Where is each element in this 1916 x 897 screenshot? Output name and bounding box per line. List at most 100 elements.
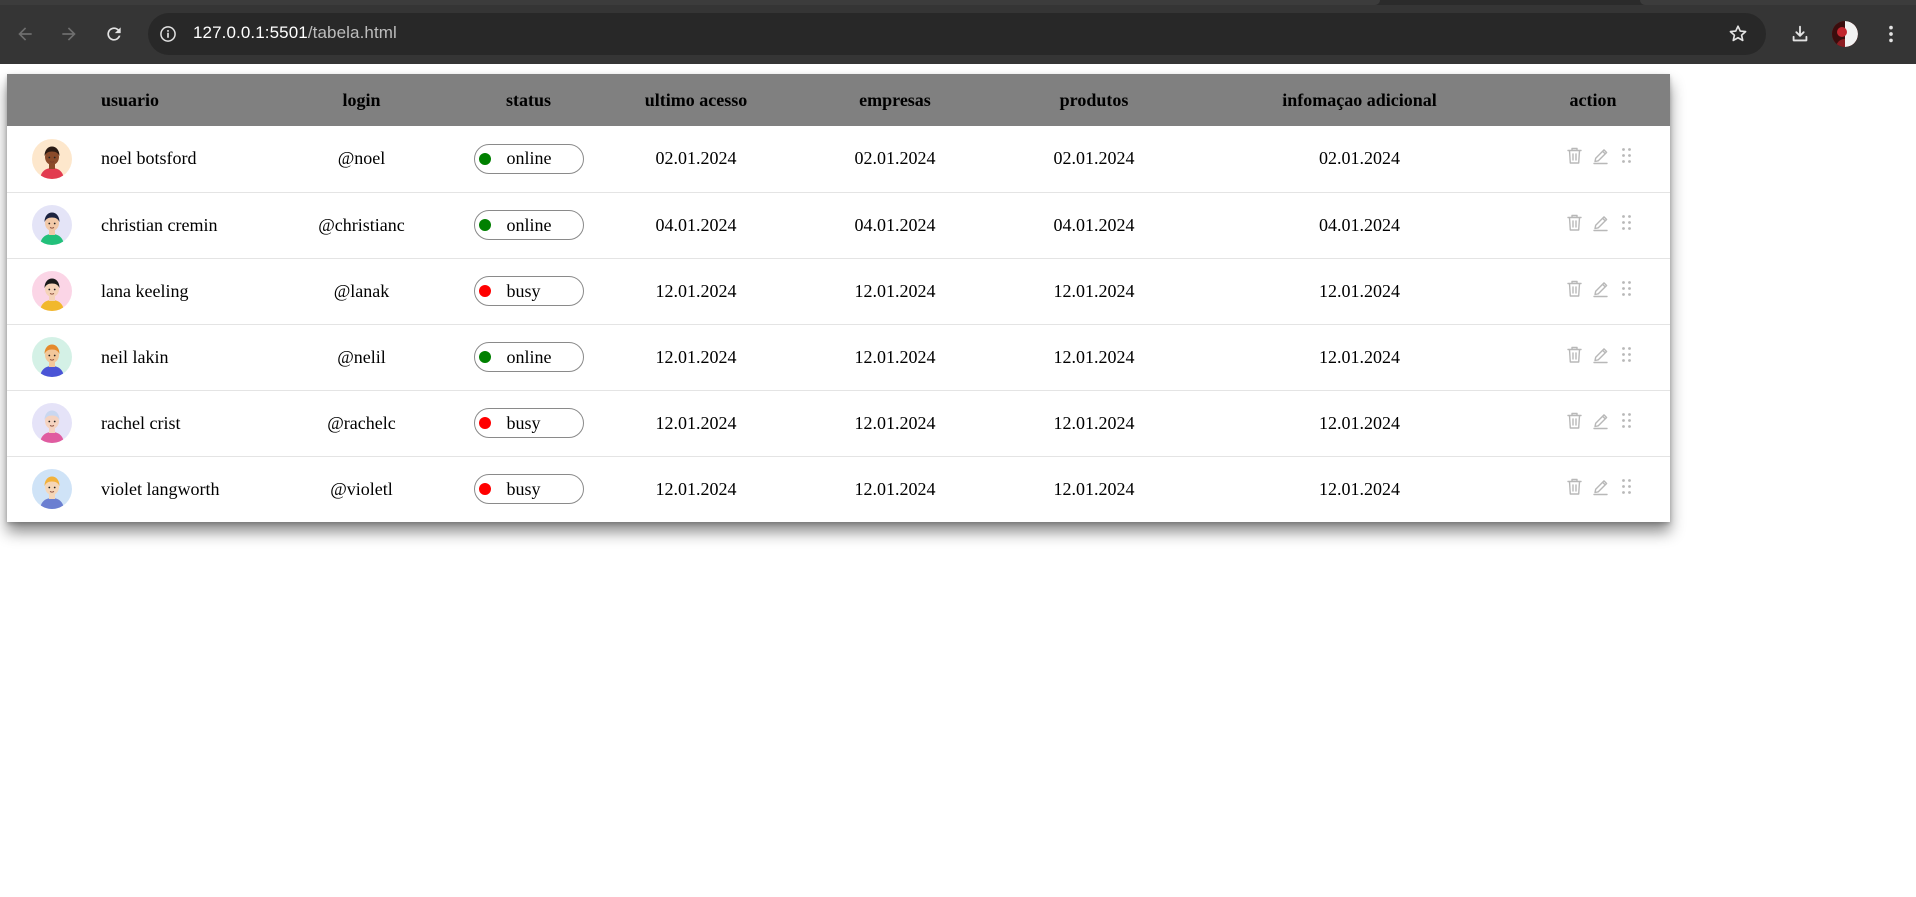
ultimo-acesso: 02.01.2024 bbox=[655, 148, 737, 169]
action-cell bbox=[1516, 324, 1670, 390]
informacao-adicional: 02.01.2024 bbox=[1319, 148, 1400, 169]
status-dot-icon bbox=[478, 483, 491, 496]
status-cell: online bbox=[470, 324, 587, 390]
user-cell: violet langworth bbox=[7, 456, 253, 522]
trash-icon[interactable] bbox=[1566, 411, 1583, 430]
browser-chrome: 127.0.0.1:5501/tabela.html bbox=[0, 0, 1916, 64]
pencil-icon[interactable] bbox=[1592, 477, 1609, 496]
table-row: christian cremin @christianc online 04.0… bbox=[7, 192, 1670, 258]
users-table-container: usuario login status ultimo acesso empre… bbox=[7, 74, 1670, 522]
users-table: usuario login status ultimo acesso empre… bbox=[7, 74, 1670, 522]
user-name: christian cremin bbox=[101, 214, 218, 235]
user-cell: neil lakin bbox=[7, 324, 253, 390]
table-row: violet langworth @violetl busy 12.01.202… bbox=[7, 456, 1670, 522]
user-avatar bbox=[32, 138, 72, 179]
url-host: 127.0.0.1:5501 bbox=[193, 23, 308, 42]
drag-handle-icon[interactable] bbox=[1618, 213, 1635, 232]
informacao-adicional: 12.01.2024 bbox=[1319, 412, 1400, 433]
header-empresas: empresas bbox=[859, 89, 931, 110]
pencil-icon[interactable] bbox=[1592, 345, 1609, 364]
header-usuario: usuario bbox=[100, 89, 160, 110]
drag-handle-icon[interactable] bbox=[1618, 279, 1635, 298]
forward-arrow-icon[interactable] bbox=[57, 22, 81, 46]
ultimo-acesso: 12.01.2024 bbox=[655, 478, 737, 499]
back-arrow-icon[interactable] bbox=[13, 22, 37, 46]
site-info-icon[interactable] bbox=[156, 22, 180, 46]
ultimo-acesso: 12.01.2024 bbox=[655, 346, 737, 367]
trash-icon[interactable] bbox=[1566, 146, 1583, 165]
trash-icon[interactable] bbox=[1566, 213, 1583, 232]
user-avatar bbox=[32, 337, 72, 377]
status-badge: busy bbox=[473, 408, 584, 438]
status-dot-icon bbox=[478, 351, 491, 363]
drag-handle-icon[interactable] bbox=[1618, 146, 1635, 165]
action-cell bbox=[1516, 126, 1670, 192]
table-row: lana keeling @lanak busy 12.01.2024 12.0… bbox=[7, 258, 1670, 324]
header-status: status bbox=[505, 89, 551, 110]
kebab-menu-icon[interactable] bbox=[1879, 21, 1903, 47]
status-cell: online bbox=[470, 192, 587, 258]
trash-icon[interactable] bbox=[1566, 345, 1583, 364]
table-row: rachel crist @rachelc busy 12.01.2024 12… bbox=[7, 390, 1670, 456]
trash-icon[interactable] bbox=[1566, 477, 1583, 496]
pencil-icon[interactable] bbox=[1592, 411, 1609, 430]
pencil-icon[interactable] bbox=[1592, 279, 1609, 298]
pencil-icon[interactable] bbox=[1592, 213, 1609, 232]
table-row: noel botsford @noel online 02.01.2024 02… bbox=[7, 126, 1670, 192]
status-text: online bbox=[506, 214, 552, 235]
user-login: @nelil bbox=[337, 346, 386, 367]
user-login: @rachelc bbox=[327, 412, 396, 433]
pencil-icon[interactable] bbox=[1592, 146, 1609, 165]
informacao-adicional: 12.01.2024 bbox=[1319, 280, 1400, 301]
reload-icon[interactable] bbox=[102, 22, 126, 46]
user-avatar bbox=[32, 403, 72, 443]
trash-icon[interactable] bbox=[1566, 279, 1583, 298]
user-cell: rachel crist bbox=[7, 390, 253, 456]
url-text[interactable]: 127.0.0.1:5501/tabela.html bbox=[193, 23, 397, 43]
header-login: login bbox=[342, 89, 381, 110]
status-dot-icon bbox=[478, 285, 491, 297]
drag-handle-icon[interactable] bbox=[1618, 477, 1635, 496]
user-name: neil lakin bbox=[101, 346, 169, 367]
action-cell bbox=[1516, 258, 1670, 324]
status-cell: online bbox=[470, 126, 587, 192]
header-ultimo-acesso: ultimo acesso bbox=[644, 89, 748, 110]
bookmark-star-icon[interactable] bbox=[1726, 22, 1750, 46]
user-login: @noel bbox=[337, 148, 386, 169]
ultimo-acesso: 12.01.2024 bbox=[655, 412, 737, 433]
status-dot-icon bbox=[478, 219, 491, 231]
ultimo-acesso: 12.01.2024 bbox=[655, 280, 737, 301]
user-cell: lana keeling bbox=[7, 258, 253, 324]
action-cell bbox=[1516, 192, 1670, 258]
status-cell: busy bbox=[470, 390, 587, 456]
profile-avatar[interactable] bbox=[1832, 21, 1858, 47]
user-login: @christianc bbox=[318, 214, 405, 235]
user-login: @violetl bbox=[330, 478, 393, 499]
status-badge: online bbox=[473, 342, 584, 372]
user-cell: christian cremin bbox=[7, 192, 253, 258]
ultimo-acesso: 04.01.2024 bbox=[655, 214, 737, 235]
header-action: action bbox=[1569, 89, 1617, 110]
status-badge: online bbox=[473, 210, 584, 240]
status-badge: busy bbox=[473, 474, 584, 505]
download-icon[interactable] bbox=[1787, 21, 1813, 47]
informacao-adicional: 12.01.2024 bbox=[1319, 478, 1400, 499]
user-cell: noel botsford bbox=[7, 126, 253, 192]
table-row: neil lakin @nelil online 12.01.2024 12.0… bbox=[7, 324, 1670, 390]
status-text: busy bbox=[506, 280, 541, 301]
drag-handle-icon[interactable] bbox=[1618, 411, 1635, 430]
user-avatar bbox=[32, 271, 72, 311]
status-dot-icon bbox=[478, 417, 491, 429]
table-body: noel botsford @noel online 02.01.2024 02… bbox=[7, 126, 1670, 522]
produtos: 12.01.2024 bbox=[1053, 412, 1135, 433]
produtos: 12.01.2024 bbox=[1053, 346, 1135, 367]
drag-handle-icon[interactable] bbox=[1618, 345, 1635, 364]
user-name: noel botsford bbox=[101, 148, 197, 169]
empresas: 04.01.2024 bbox=[854, 214, 936, 235]
empresas: 12.01.2024 bbox=[854, 346, 936, 367]
status-text: busy bbox=[506, 478, 541, 499]
produtos: 04.01.2024 bbox=[1053, 214, 1135, 235]
status-text: online bbox=[506, 148, 552, 169]
url-path: /tabela.html bbox=[307, 23, 397, 42]
empresas: 12.01.2024 bbox=[854, 478, 936, 499]
